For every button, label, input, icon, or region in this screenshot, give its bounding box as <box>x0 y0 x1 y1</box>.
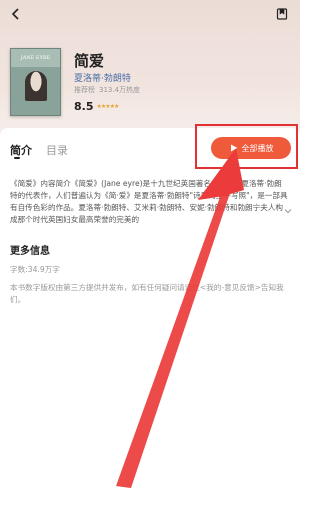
stats-value: 313.4万热度 <box>99 86 141 94</box>
tab-active-indicator <box>14 157 20 159</box>
cover-portrait <box>25 71 47 101</box>
chevron-down-icon[interactable] <box>284 207 292 215</box>
more-info-title: 更多信息 <box>10 246 50 257</box>
book-cover[interactable]: JANE EYRE <box>10 48 61 116</box>
word-count-value: 34.9万字 <box>27 265 60 274</box>
tab-intro[interactable]: 简介 <box>10 142 32 158</box>
top-bar <box>0 0 300 28</box>
word-count: 字数:34.9万字 <box>10 264 60 275</box>
back-button[interactable] <box>6 4 26 24</box>
book-title: 简爱 <box>74 52 105 70</box>
cover-title: JANE EYRE <box>20 55 51 61</box>
highlight-box <box>195 124 298 169</box>
chevron-left-icon <box>11 8 19 20</box>
bookmark-icon <box>276 8 288 20</box>
star-rating-icon: ★★★★★ <box>96 103 120 110</box>
copyright-notice: 本书数字版权由第三方提供并发布，如有任何疑问请通过<我的-意见反馈>告知我们。 <box>10 283 284 304</box>
synopsis-text: 《简爱》内容简介《简爱》(Jane eyre)是十九世纪英国著名的女作家夏洛蒂·… <box>10 179 288 224</box>
rating-score: 8.5 <box>74 100 94 113</box>
popularity-stats: 推荐榜 313.4万热度 <box>74 85 144 95</box>
rating: 8.5 ★★★★★ <box>74 100 120 113</box>
cover-top-band: JANE EYRE <box>11 49 60 67</box>
bookmark-button[interactable] <box>272 4 292 24</box>
word-count-label: 字数: <box>10 265 28 274</box>
author-link[interactable]: 夏洛蒂·勃朗特 <box>74 71 131 84</box>
tab-toc[interactable]: 目录 <box>46 142 68 158</box>
stats-label: 推荐榜 <box>74 86 95 94</box>
